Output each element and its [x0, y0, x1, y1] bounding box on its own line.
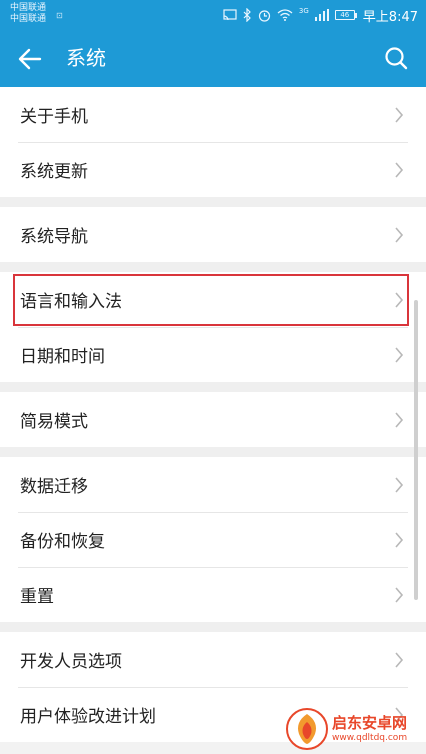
chevron-right-icon: [395, 476, 404, 493]
settings-item-developer-options[interactable]: 开发人员选项: [0, 632, 426, 687]
search-icon: [385, 47, 408, 70]
settings-item-label: 系统更新: [20, 162, 88, 182]
section-gap: [0, 262, 426, 272]
settings-item-backup-restore[interactable]: 备份和恢复: [0, 512, 426, 567]
wifi-icon: [277, 9, 293, 21]
alarm-icon: [258, 9, 271, 22]
section-gap: [0, 382, 426, 392]
chevron-right-icon: [395, 226, 404, 243]
search-button[interactable]: [380, 42, 412, 74]
settings-item-label: 备份和恢复: [20, 532, 105, 552]
carrier-info: 中国联通 中国联通 ⊡: [10, 3, 63, 25]
scrollbar[interactable]: [414, 300, 418, 600]
battery-icon: 46: [334, 10, 357, 20]
watermark: 启东安卓网 www.qdltdq.com: [286, 704, 426, 754]
settings-list: 关于手机 系统更新 系统导航 语言和输入法 日期和时间 简易模式 数据迁移 备份…: [0, 87, 426, 754]
chevron-right-icon: [395, 531, 404, 548]
battery-level: 46: [334, 10, 355, 20]
network-type: 3G: [298, 7, 309, 15]
chevron-right-icon: [395, 651, 404, 668]
settings-item-simple-mode[interactable]: 简易模式: [0, 392, 426, 447]
settings-item-label: 简易模式: [20, 412, 88, 432]
status-icons: 3G 46 早上8:47: [223, 5, 418, 25]
sim-icon: ⊡: [56, 11, 63, 20]
arrow-left-icon: [18, 48, 42, 70]
bluetooth-icon: [243, 8, 251, 22]
cast-icon: [223, 9, 237, 21]
app-bar: 系统: [0, 30, 426, 87]
settings-item-label: 重置: [20, 587, 54, 607]
watermark-url: www.qdltdq.com: [332, 733, 408, 743]
signal-icon: [314, 9, 329, 21]
settings-item-label: 数据迁移: [20, 477, 88, 497]
settings-group-device: 关于手机 系统更新: [0, 87, 426, 197]
settings-item-language-input[interactable]: 语言和输入法: [0, 272, 426, 327]
chevron-right-icon: [395, 106, 404, 123]
settings-item-label: 开发人员选项: [20, 652, 122, 672]
status-bar: 中国联通 中国联通 ⊡ 3G 46 早上8:47: [0, 0, 426, 30]
watermark-text: 启东安卓网 www.qdltdq.com: [332, 714, 407, 744]
settings-group-simple-mode: 简易模式: [0, 392, 426, 447]
watermark-name: 启东安卓网: [332, 714, 408, 732]
chevron-right-icon: [395, 291, 404, 308]
settings-item-system-navigation[interactable]: 系统导航: [0, 207, 426, 262]
settings-group-language-time: 语言和输入法 日期和时间: [0, 272, 426, 382]
settings-item-data-migration[interactable]: 数据迁移: [0, 457, 426, 512]
chevron-right-icon: [395, 161, 404, 178]
chevron-right-icon: [395, 586, 404, 603]
settings-item-label: 系统导航: [20, 227, 88, 247]
page-title: 系统: [66, 46, 106, 70]
section-gap: [0, 197, 426, 207]
settings-item-label: 日期和时间: [20, 347, 105, 367]
settings-item-date-time[interactable]: 日期和时间: [0, 327, 426, 382]
settings-group-navigation: 系统导航: [0, 207, 426, 262]
clock: 早上8:47: [362, 9, 418, 25]
carrier-line-1: 中国联通: [10, 3, 47, 13]
watermark-logo-icon: [286, 708, 328, 750]
section-gap: [0, 447, 426, 457]
settings-item-reset[interactable]: 重置: [0, 567, 426, 622]
settings-group-data: 数据迁移 备份和恢复 重置: [0, 457, 426, 622]
chevron-right-icon: [395, 411, 404, 428]
section-gap: [0, 622, 426, 632]
back-button[interactable]: [14, 43, 46, 75]
settings-item-about-phone[interactable]: 关于手机: [0, 87, 426, 142]
settings-item-label: 语言和输入法: [20, 292, 122, 312]
settings-item-label: 用户体验改进计划: [20, 707, 156, 727]
carrier-line-2: 中国联通: [10, 14, 47, 24]
settings-item-system-update[interactable]: 系统更新: [0, 142, 426, 197]
chevron-right-icon: [395, 346, 404, 363]
settings-item-label: 关于手机: [20, 107, 88, 127]
